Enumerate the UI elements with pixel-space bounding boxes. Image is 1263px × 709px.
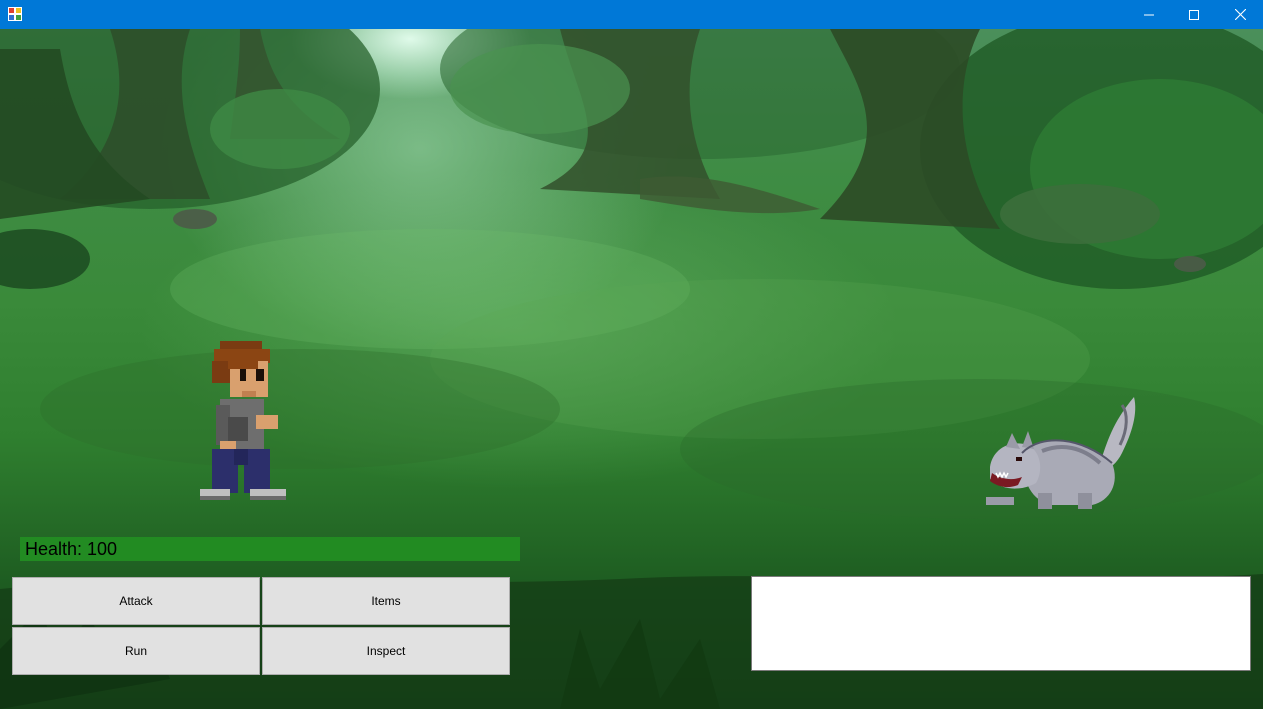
player-character	[200, 341, 286, 500]
close-button[interactable]	[1217, 0, 1263, 29]
items-button[interactable]: Items	[262, 577, 510, 625]
maximize-icon	[1189, 9, 1199, 20]
message-log[interactable]	[751, 576, 1251, 671]
app-icon	[8, 7, 22, 21]
title-bar	[0, 0, 1263, 29]
close-icon	[1234, 9, 1246, 20]
minimize-button[interactable]	[1126, 0, 1172, 29]
health-bar: Health: 100	[20, 537, 520, 561]
run-button[interactable]: Run	[12, 627, 260, 675]
inspect-button[interactable]: Inspect	[262, 627, 510, 675]
attack-button[interactable]: Attack	[12, 577, 260, 625]
wolf-enemy	[986, 397, 1136, 509]
minimize-icon	[1144, 14, 1154, 15]
maximize-button[interactable]	[1171, 0, 1217, 29]
health-label: Health: 100	[25, 539, 118, 559]
